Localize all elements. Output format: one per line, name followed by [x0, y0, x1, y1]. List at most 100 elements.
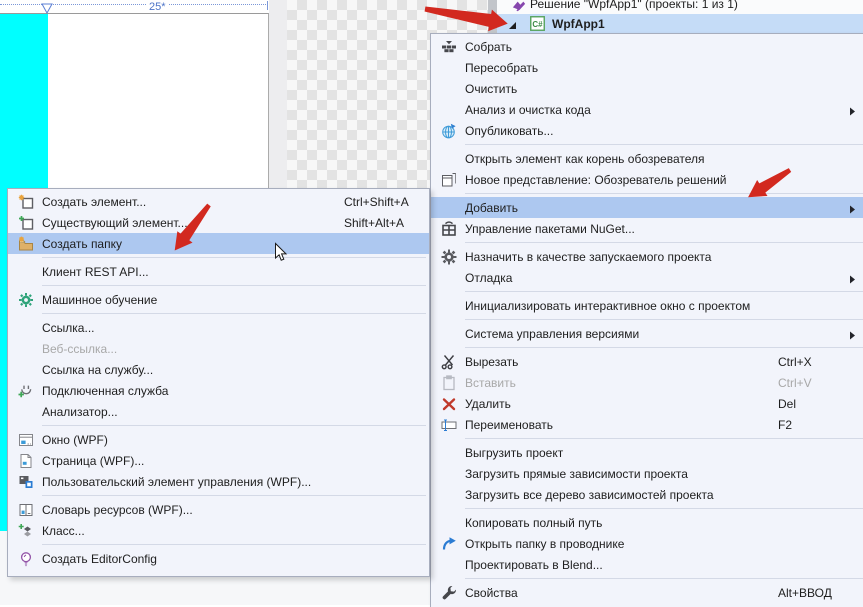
menu-item-label: Переименовать [465, 418, 553, 432]
menu-item[interactable]: ВырезатьCtrl+X [431, 351, 863, 372]
menu-item[interactable]: Ссылка на службу... [8, 359, 429, 380]
svg-text:C#: C# [532, 20, 543, 29]
menu-item-label: Проектировать в Blend... [465, 558, 603, 572]
menu-item-icon-slot [437, 102, 461, 118]
project-item-label: WpfApp1 [552, 17, 605, 31]
project-context-menu: СобратьПересобрать Очистить Анализ и очист… [430, 33, 863, 607]
menu-item-label: Назначить в качестве запускаемого проект… [465, 250, 711, 264]
menu-item-label: Загрузить прямые зависимости проекта [465, 467, 688, 481]
page-wpf-icon [14, 453, 38, 469]
menu-item[interactable]: Копировать полный путь [431, 512, 863, 533]
menu-separator [42, 495, 426, 496]
menu-item[interactable]: Подключенная служба [8, 380, 429, 401]
menu-item[interactable]: УдалитьDel [431, 393, 863, 414]
submenu-arrow-icon [849, 273, 856, 287]
menu-item-shortcut: Ctrl+Shift+A [344, 195, 409, 209]
menu-item[interactable]: Переименовать F2 [431, 414, 863, 435]
menu-item[interactable]: Собрать [431, 36, 863, 57]
menu-item[interactable]: Создать EditorConfig [8, 548, 429, 569]
menu-item-label: Словарь ресурсов (WPF)... [42, 503, 193, 517]
menu-item-label: Управление пакетами NuGet... [465, 222, 635, 236]
csharp-project-icon: C# [530, 16, 545, 34]
class-icon [14, 523, 38, 539]
menu-item[interactable]: Страница (WPF)... [8, 450, 429, 471]
menu-item-label: Вырезать [465, 355, 518, 369]
menu-item[interactable]: Анализ и очистка кода [431, 99, 863, 120]
menu-item[interactable]: Загрузить прямые зависимости проекта [431, 463, 863, 484]
mouse-cursor [274, 242, 288, 266]
solution-tree-item-project[interactable]: C# WpfApp1 [497, 14, 863, 33]
editorconfig-icon [14, 551, 38, 567]
solution-tree-item-solution[interactable]: Решение "WpfApp1" (проекты: 1 из 1) [497, 0, 863, 14]
menu-separator [465, 578, 863, 579]
resource-dict-icon [14, 502, 38, 518]
menu-item-icon-slot [437, 445, 461, 461]
menu-item-icon-slot [437, 151, 461, 167]
menu-item[interactable]: Окно (WPF) [8, 429, 429, 450]
menu-item[interactable]: Назначить в качестве запускаемого проект… [431, 246, 863, 267]
annotation-arrow-to-project [424, 0, 524, 34]
menu-item[interactable]: Класс... [8, 520, 429, 541]
menu-item[interactable]: Выгрузить проект [431, 442, 863, 463]
menu-item-icon-slot [437, 466, 461, 482]
menu-item[interactable]: Отладка [431, 267, 863, 288]
menu-item[interactable]: Очистить [431, 78, 863, 99]
menu-separator [465, 144, 863, 145]
menu-separator [465, 347, 863, 348]
menu-item-label: Страница (WPF)... [42, 454, 144, 468]
menu-item[interactable]: Словарь ресурсов (WPF)... [8, 499, 429, 520]
menu-item-label: Веб-ссылка... [42, 342, 117, 356]
menu-separator [465, 242, 863, 243]
gear-icon [437, 249, 461, 265]
menu-item[interactable]: Управление пакетами NuGet... [431, 218, 863, 239]
menu-item[interactable]: Пересобрать [431, 57, 863, 78]
grid-column-width-label[interactable]: 25* [146, 1, 169, 13]
menu-item-label: Загрузить все дерево зависимостей проект… [465, 488, 714, 502]
menu-item-label: Машинное обучение [42, 293, 157, 307]
menu-separator [465, 508, 863, 509]
nuget-icon [437, 221, 461, 237]
menu-item-shortcut: Shift+Alt+A [344, 216, 404, 230]
menu-item-shortcut: F2 [778, 418, 792, 432]
submenu-arrow-icon [849, 203, 856, 217]
menu-item: Веб-ссылка... [8, 338, 429, 359]
menu-item[interactable]: Система управления версиями [431, 323, 863, 344]
rename-icon [437, 417, 461, 433]
paste-icon [437, 375, 461, 391]
menu-item[interactable]: Ссылка... [8, 317, 429, 338]
menu-item-label: Открыть элемент как корень обозревателя [465, 152, 705, 166]
menu-item[interactable]: Опубликовать... [431, 120, 863, 141]
grid-splitter-marker-icon[interactable] [41, 3, 53, 17]
menu-item-label: Пользовательский элемент управления (WPF… [42, 475, 311, 489]
menu-item-icon-slot [437, 326, 461, 342]
annotation-arrow-to-new-folder [155, 193, 235, 268]
menu-item-icon-slot [437, 487, 461, 503]
scissors-icon [437, 354, 461, 370]
menu-item[interactable]: Анализатор... [8, 401, 429, 422]
menu-item[interactable]: Машинное обучение [8, 289, 429, 310]
menu-item-label: Очистить [465, 82, 517, 96]
menu-item-label: Анализ и очистка кода [465, 103, 591, 117]
menu-item-icon-slot [437, 270, 461, 286]
preview-icon [437, 172, 461, 188]
menu-item-label: Создать элемент... [42, 195, 146, 209]
menu-item[interactable]: СвойстваAlt+ВВОД [431, 582, 863, 603]
menu-item-label: Удалить [465, 397, 511, 411]
menu-item-label: Вставить [465, 376, 516, 390]
menu-item[interactable]: Пользовательский элемент управления (WPF… [8, 471, 429, 492]
menu-item-label: Копировать полный путь [465, 516, 602, 530]
menu-item[interactable]: Проектировать в Blend... [431, 554, 863, 575]
menu-item-label: Анализатор... [42, 405, 118, 419]
menu-item[interactable]: Загрузить все дерево зависимостей проект… [431, 484, 863, 505]
wrench-icon [437, 585, 461, 601]
solution-item-label: Решение "WpfApp1" (проекты: 1 из 1) [530, 0, 738, 11]
publish-icon [437, 123, 461, 139]
menu-item[interactable]: Открыть папку в проводнике [431, 533, 863, 554]
menu-item-icon-slot [14, 341, 38, 357]
menu-separator [465, 319, 863, 320]
menu-separator [465, 438, 863, 439]
menu-item-label: Клиент REST API... [42, 265, 149, 279]
menu-item[interactable]: Инициализировать интерактивное окно с пр… [431, 295, 863, 316]
submenu-arrow-icon [849, 329, 856, 343]
usercontrol-icon [14, 474, 38, 490]
